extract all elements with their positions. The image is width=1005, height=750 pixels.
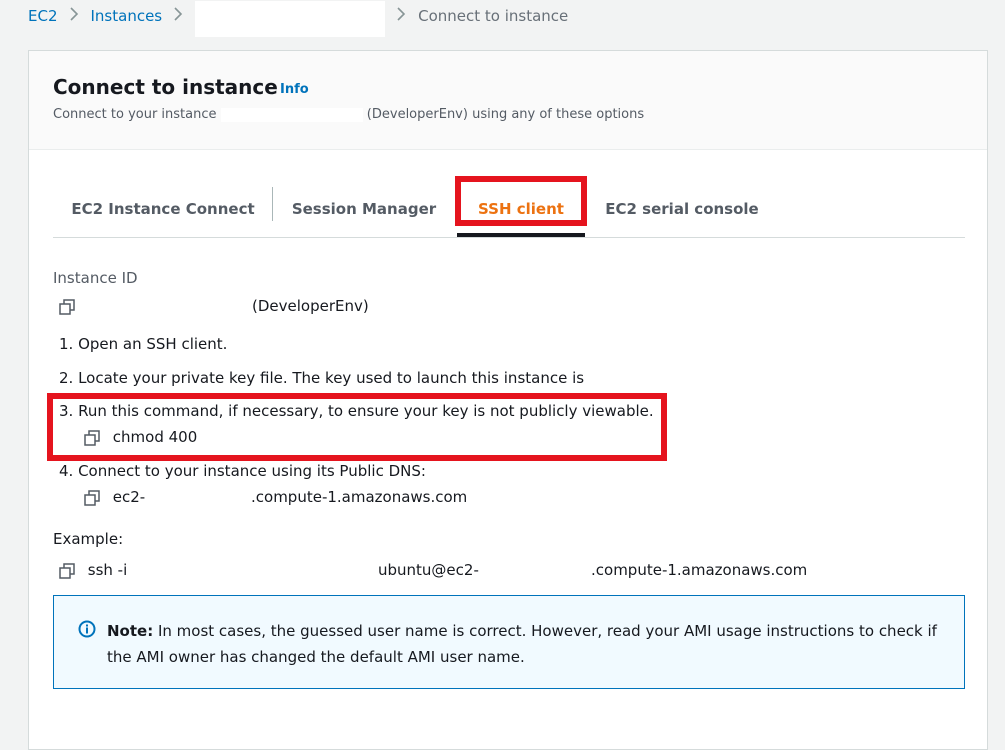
instance-name: (DeveloperEnv) [252,297,369,315]
note-body: In most cases, the guessed user name is … [107,622,937,666]
example-command-user: ubuntu@ec2- [378,561,479,579]
note-label: Note: [107,622,154,640]
breadcrumb: EC2 Instances Connect to instance [28,1,569,37]
tab-ec2-instance-connect[interactable]: EC2 Instance Connect [53,181,273,236]
subtitle-suffix: (DeveloperEnv) using any of these option… [366,107,645,122]
tab-ec2-serial-console[interactable]: EC2 serial console [587,181,777,236]
copy-icon[interactable] [59,562,75,579]
page-subtitle: Connect to your instance (DeveloperEnv) … [53,107,644,122]
dns-suffix: .compute-1.amazonaws.com [251,488,468,506]
breadcrumb-instances-link[interactable]: Instances [91,7,163,25]
chevron-right-icon [174,7,183,25]
instance-id-row [59,297,75,315]
example-command-prefix: ssh -i [87,561,128,579]
subtitle-prefix: Connect to your instance [53,107,217,122]
panel-header: Connect to instance Info Connect to your… [29,51,987,150]
chevron-right-icon [69,7,79,25]
copy-icon[interactable] [84,489,100,506]
connect-panel: Connect to instance Info Connect to your… [28,50,988,750]
instance-id-label: Instance ID [53,269,138,287]
info-link[interactable]: Info [280,82,309,97]
example-command-suffix: .compute-1.amazonaws.com [591,561,808,579]
info-icon [78,620,96,638]
tab-session-manager[interactable]: Session Manager [273,181,455,236]
step-3-highlight [47,393,667,461]
step-2: 2. Locate your private key file. The key… [59,369,585,387]
note-text: Note: In most cases, the guessed user na… [107,618,947,670]
chevron-right-icon [397,7,406,25]
active-tab-indicator [457,233,585,237]
breadcrumb-ec2-link[interactable]: EC2 [28,7,58,25]
subtitle-redacted-id [220,107,363,122]
page-title: Connect to instance [53,75,278,99]
step-4: 4. Connect to your instance using its Pu… [59,462,426,480]
breadcrumb-current: Connect to instance [418,7,569,25]
example-label: Example: [53,530,124,548]
copy-icon[interactable] [59,298,75,315]
dns-prefix: ec2- [112,488,146,506]
example-command-row: ssh -i [59,561,127,579]
public-dns-row: ec2- [84,488,145,506]
breadcrumb-redacted-instance [195,1,386,37]
ssh-tab-highlight [455,176,587,226]
step-1: 1. Open an SSH client. [59,335,228,353]
note-alert: Note: In most cases, the guessed user na… [53,595,965,689]
